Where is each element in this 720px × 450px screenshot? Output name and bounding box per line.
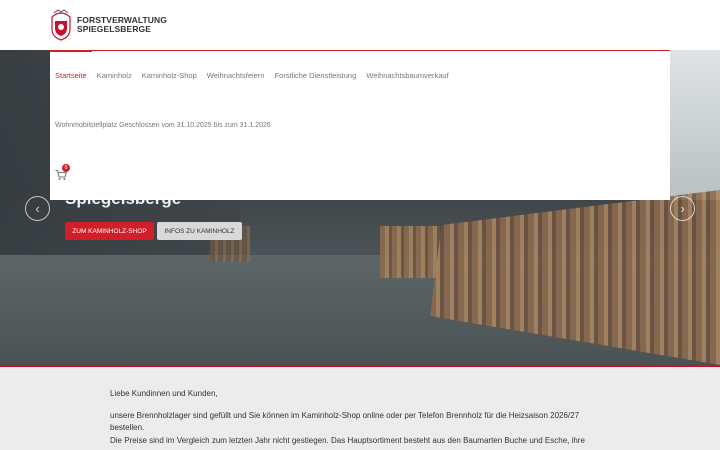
infos-kaminholz-button[interactable]: INFOS ZU KAMINHOLZ	[157, 222, 242, 240]
brand-line-2: SPIEGELSBERGE	[77, 24, 152, 34]
menu-list: Startseite Kaminholz Kaminholz-Shop Weih…	[55, 71, 449, 80]
site-logo[interactable]: FORSTVERWALTUNG SPIEGELSBERGE	[50, 9, 167, 41]
nav-item-weihnachtsfeiern[interactable]: Weihnachtsfeiern	[207, 71, 265, 80]
nav-item-kaminholz-shop[interactable]: Kaminholz-Shop	[142, 71, 197, 80]
nav-item-weihnachtsbaumverkauf[interactable]: Weihnachtsbaumverkauf	[366, 71, 448, 80]
chevron-left-icon[interactable]: ‹	[25, 196, 50, 221]
intro-section: Liebe Kundinnen und Kunden, unsere Brenn…	[0, 367, 720, 450]
notice-text[interactable]: Wohnmobilstellplatz Geschlossen vom 31.1…	[55, 122, 271, 129]
cart-count-badge: 0	[62, 164, 70, 172]
crest-icon	[51, 9, 71, 41]
woodpile-image	[380, 226, 440, 278]
greeting-text: Liebe Kundinnen und Kunden,	[110, 389, 218, 398]
nav-item-forstliche-dienstleistung[interactable]: Forstliche Dienstleistung	[275, 71, 357, 80]
intro-paragraph-1: unsere Brennholzlager sind gefüllt und S…	[110, 411, 580, 432]
nav-item-startseite[interactable]: Startseite	[55, 71, 87, 80]
active-indicator	[50, 50, 92, 52]
kaminholz-shop-button[interactable]: ZUM KAMINHOLZ-SHOP	[65, 222, 154, 240]
main-navigation: Startseite Kaminholz Kaminholz-Shop Weih…	[50, 50, 670, 200]
nav-item-kaminholz[interactable]: Kaminholz	[97, 71, 132, 80]
intro-paragraph-2: Die Preise sind im Vergleich zum letzten…	[110, 436, 585, 445]
chevron-right-icon[interactable]: ›	[670, 196, 695, 221]
site-header: FORSTVERWALTUNG SPIEGELSBERGE	[0, 0, 720, 50]
cart-button[interactable]: 0	[55, 164, 71, 181]
